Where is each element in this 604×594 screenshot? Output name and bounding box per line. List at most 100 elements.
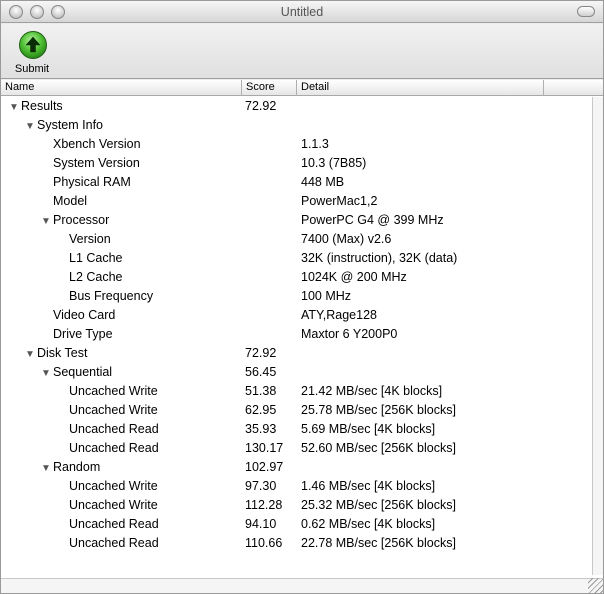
table-row[interactable]: Uncached Read 35.93 5.69 MB/sec [4K blocks… xyxy=(1,420,591,439)
row-name-cell: ▼ Sequential xyxy=(1,363,241,383)
table-row[interactable]: ▼ System Info xyxy=(1,116,591,135)
row-detail: PowerPC G4 @ 399 MHz xyxy=(301,213,444,227)
horizontal-scrollbar[interactable] xyxy=(1,578,603,593)
row-detail: 0.62 MB/sec [4K blocks] xyxy=(301,517,436,531)
upload-arrow-icon xyxy=(19,31,47,59)
resize-grip-icon[interactable] xyxy=(588,578,603,593)
vertical-scrollbar[interactable] xyxy=(592,97,603,575)
disclosure-triangle-icon[interactable]: ▼ xyxy=(25,345,37,364)
row-name-cell: Physical RAM xyxy=(1,173,241,192)
table-row[interactable]: Uncached Write 97.30 1.46 MB/sec [4K block… xyxy=(1,477,591,496)
row-score: 51.38 xyxy=(245,384,277,398)
row-name-cell: ▼ Disk Test xyxy=(1,344,241,364)
row-detail: 1.1.3 xyxy=(301,137,329,151)
row-detail: 25.78 MB/sec [256K blocks] xyxy=(301,403,456,417)
row-score: 94.10 xyxy=(245,517,277,531)
row-name: L1 Cache xyxy=(69,251,123,265)
table-row[interactable]: Physical RAM 448 MB xyxy=(1,173,591,192)
row-name: Uncached Read xyxy=(69,441,159,455)
table-row[interactable]: ▼ Processor PowerPC G4 @ 399 MHz xyxy=(1,211,591,230)
row-name-cell: ▼ Random xyxy=(1,458,241,478)
window-title: Untitled xyxy=(280,5,324,19)
row-detail: 1.46 MB/sec [4K blocks] xyxy=(301,479,436,493)
table-row[interactable]: Uncached Read 94.10 0.62 MB/sec [4K blocks… xyxy=(1,515,591,534)
table-row[interactable]: System Version 10.3 (7B85) xyxy=(1,154,591,173)
row-name-cell: Uncached Read xyxy=(1,420,241,439)
table-row[interactable]: ▼ Sequential 56.45 xyxy=(1,363,591,382)
row-name: Uncached Read xyxy=(69,422,159,436)
row-name: Uncached Write xyxy=(69,384,158,398)
row-name-cell: ▼ Processor xyxy=(1,211,241,231)
row-name-cell: L2 Cache xyxy=(1,268,241,287)
row-name: Model xyxy=(53,194,88,208)
row-name: Uncached Write xyxy=(69,403,158,417)
row-name: Drive Type xyxy=(53,327,113,341)
row-name: Bus Frequency xyxy=(69,289,154,303)
table-header: Name Score Detail xyxy=(1,80,603,96)
table-row[interactable]: ▼ Random 102.97 xyxy=(1,458,591,477)
table-row[interactable]: L1 Cache 32K (instruction), 32K (data) xyxy=(1,249,591,268)
row-name-cell: Version xyxy=(1,230,241,249)
table-row[interactable]: ▼ Results 72.92 xyxy=(1,97,591,116)
row-name: Uncached Read xyxy=(69,536,159,550)
row-name: Version xyxy=(69,232,111,246)
disclosure-triangle-icon[interactable]: ▼ xyxy=(41,364,53,383)
row-name-cell: Uncached Read xyxy=(1,515,241,534)
row-detail: ATY,Rage128 xyxy=(301,308,377,322)
table-row[interactable]: Bus Frequency 100 MHz xyxy=(1,287,591,306)
table-body: ▼ Results 72.92 ▼ System Info Xbench Version 1… xyxy=(1,97,591,575)
row-name: Physical RAM xyxy=(53,175,131,189)
row-detail: Maxtor 6 Y200P0 xyxy=(301,327,398,341)
title-bar: Untitled xyxy=(1,1,603,23)
column-header-score[interactable]: Score xyxy=(242,80,297,96)
table-row[interactable]: Model PowerMac1,2 xyxy=(1,192,591,211)
table-row[interactable]: Uncached Write 112.28 25.32 MB/sec [256K b… xyxy=(1,496,591,515)
disclosure-triangle-icon[interactable]: ▼ xyxy=(25,117,37,136)
row-name: L2 Cache xyxy=(69,270,123,284)
table-row[interactable]: Video Card ATY,Rage128 xyxy=(1,306,591,325)
row-score: 56.45 xyxy=(245,365,277,379)
disclosure-triangle-icon[interactable]: ▼ xyxy=(9,98,21,117)
disclosure-triangle-icon[interactable]: ▼ xyxy=(41,212,53,231)
row-name-cell: Bus Frequency xyxy=(1,287,241,306)
row-detail: 10.3 (7B85) xyxy=(301,156,367,170)
row-detail: PowerMac1,2 xyxy=(301,194,378,208)
row-score: 35.93 xyxy=(245,422,277,436)
row-name: Xbench Version xyxy=(53,137,141,151)
app-window: Untitled Submit Name Score Detail ▼ Resul… xyxy=(0,0,604,594)
row-score: 110.66 xyxy=(245,536,283,550)
row-score: 112.28 xyxy=(245,498,283,512)
row-name: Random xyxy=(53,460,101,474)
table-row[interactable]: Version 7400 (Max) v2.6 xyxy=(1,230,591,249)
row-name: Uncached Write xyxy=(69,498,158,512)
toolbar-toggle-button[interactable] xyxy=(577,6,595,17)
table-row[interactable]: ▼ Disk Test 72.92 xyxy=(1,344,591,363)
row-name-cell: Xbench Version xyxy=(1,135,241,154)
submit-button[interactable]: Submit xyxy=(7,28,57,76)
table-row[interactable]: Uncached Read 110.66 22.78 MB/sec [256K bl… xyxy=(1,534,591,553)
row-name-cell: Uncached Read xyxy=(1,534,241,553)
row-name-cell: Uncached Write xyxy=(1,382,241,401)
table-row[interactable]: Drive Type Maxtor 6 Y200P0 xyxy=(1,325,591,344)
table-row[interactable]: Uncached Write 62.95 25.78 MB/sec [256K bl… xyxy=(1,401,591,420)
row-name-cell: Video Card xyxy=(1,306,241,325)
table-row[interactable]: Uncached Read 130.17 52.60 MB/sec [256K bl… xyxy=(1,439,591,458)
row-score: 102.97 xyxy=(245,460,284,474)
row-name-cell: Model xyxy=(1,192,241,211)
column-header-name[interactable]: Name xyxy=(1,80,242,96)
disclosure-triangle-icon[interactable]: ▼ xyxy=(41,459,53,478)
row-name: Uncached Write xyxy=(69,479,158,493)
row-detail: 22.78 MB/sec [256K blocks] xyxy=(301,536,456,550)
row-name-cell: Uncached Write xyxy=(1,401,241,420)
row-name-cell: ▼ System Info xyxy=(1,116,241,136)
row-detail: 32K (instruction), 32K (data) xyxy=(301,251,458,265)
table-row[interactable]: Uncached Write 51.38 21.42 MB/sec [4K bloc… xyxy=(1,382,591,401)
results-outline-view[interactable]: Name Score Detail ▼ Results 72.92 ▼ System I… xyxy=(1,80,603,593)
table-row[interactable]: L2 Cache 1024K @ 200 MHz xyxy=(1,268,591,287)
table-row[interactable]: Xbench Version 1.1.3 xyxy=(1,135,591,154)
row-score: 72.92 xyxy=(245,346,277,360)
column-header-detail[interactable]: Detail xyxy=(297,80,544,96)
row-name: Processor xyxy=(53,213,110,227)
row-detail: 5.69 MB/sec [4K blocks] xyxy=(301,422,436,436)
row-name-cell: System Version xyxy=(1,154,241,173)
